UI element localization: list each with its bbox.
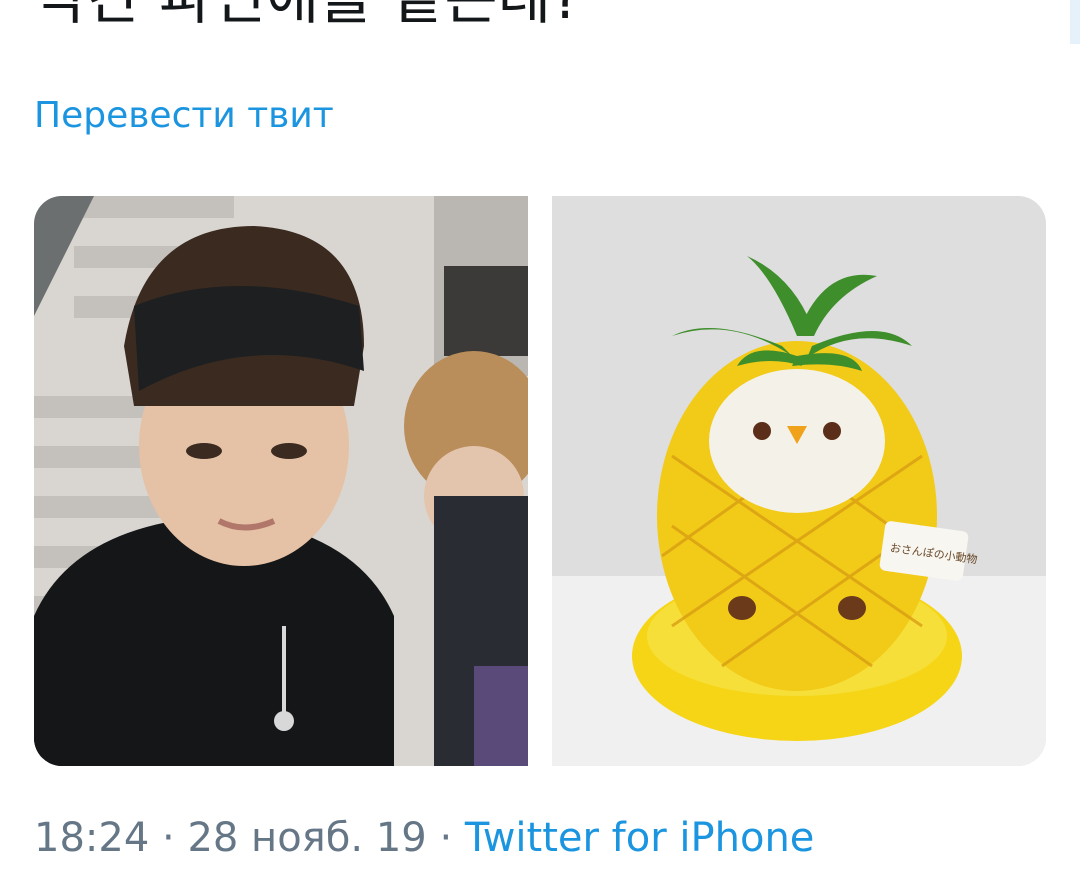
tweet-source-link[interactable]: Twitter for iPhone bbox=[465, 815, 815, 861]
person-image bbox=[34, 196, 528, 766]
scroll-indicator bbox=[1070, 0, 1080, 44]
tweet-date: 28 нояб. 19 bbox=[187, 815, 427, 861]
tweet-text: 약간 파인애플 같은데? bbox=[34, 0, 582, 34]
tweet-time: 18:24 bbox=[34, 815, 150, 861]
pineapple-plush-image: おさんぽの小動物 bbox=[552, 196, 1046, 766]
media-grid: おさんぽの小動物 bbox=[34, 196, 1046, 766]
meta-separator: · bbox=[439, 815, 465, 861]
media-photo-pineapple-plush[interactable]: おさんぽの小動物 bbox=[552, 196, 1046, 766]
tweet-meta: 18:24 · 28 нояб. 19 · Twitter for iPhone bbox=[34, 814, 814, 862]
translate-tweet-link[interactable]: Перевести твит bbox=[34, 94, 334, 138]
meta-separator: · bbox=[162, 815, 188, 861]
media-photo-person[interactable] bbox=[34, 196, 528, 766]
tweet-detail: 약간 파인애플 같은데? Перевести твит bbox=[0, 0, 1080, 888]
